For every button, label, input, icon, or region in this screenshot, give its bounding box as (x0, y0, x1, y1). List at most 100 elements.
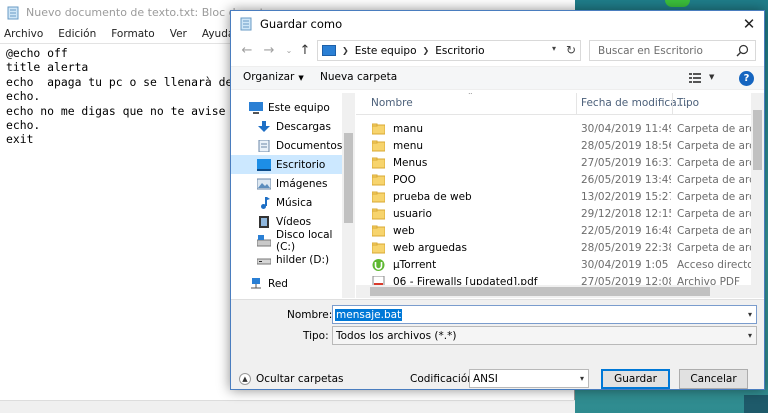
menu-formato[interactable]: Formato (111, 28, 154, 40)
nav-item-red[interactable]: Red (231, 274, 343, 293)
file-name-label: Nombre: (287, 309, 333, 321)
up-arrow-icon[interactable]: ↑ (297, 42, 313, 58)
chevron-down-icon[interactable]: ▾ (748, 331, 752, 340)
file-row[interactable]: POO 26/05/2019 13:49 Carpeta de archivos (356, 172, 751, 189)
back-arrow-icon[interactable]: ← (239, 42, 255, 58)
refresh-icon[interactable]: ↻ (566, 43, 576, 57)
menu-archivo[interactable]: Archivo (4, 28, 43, 40)
file-row[interactable]: µTorrent 30/04/2019 1:05 Acceso directo (356, 257, 751, 274)
new-folder-button[interactable]: Nueva carpeta (320, 71, 397, 83)
column-separator[interactable] (576, 93, 577, 115)
nav-item-musica[interactable]: Música (231, 193, 343, 212)
file-date: 22/05/2019 16:48 (581, 225, 671, 237)
file-row[interactable]: menu 28/05/2019 18:56 Carpeta de archivos (356, 138, 751, 155)
nav-item-escritorio[interactable]: Escritorio (231, 155, 343, 174)
notepad-menubar: Archivo Edición Formato Ver Ayuda (0, 25, 249, 42)
dialog-titlebar[interactable]: Guardar como ✕ (231, 11, 764, 37)
address-dropdown-icon[interactable]: ▾ (552, 44, 556, 53)
file-date: 30/04/2019 1:05 (581, 259, 669, 271)
view-options-icon[interactable] (689, 73, 701, 83)
folder-icon (372, 140, 385, 152)
scrollbar-thumb[interactable] (344, 133, 353, 223)
scrollbar-thumb[interactable] (370, 287, 710, 296)
file-type: Carpeta de archivos (677, 242, 751, 254)
folder-icon (372, 174, 385, 186)
help-icon[interactable]: ? (739, 71, 754, 86)
breadcrumb-este-equipo[interactable]: Este equipo (355, 45, 417, 57)
nav-item-imagenes[interactable]: Imágenes (231, 174, 343, 193)
hide-folders-toggle[interactable]: ▲ Ocultar carpetas (239, 373, 344, 385)
file-type: Carpeta de archivos (677, 225, 751, 237)
file-name: µTorrent (393, 259, 437, 271)
column-header-nombre[interactable]: Nombre (371, 97, 413, 111)
notepad-horizontal-scrollbar[interactable] (0, 400, 575, 413)
close-icon: ✕ (742, 15, 756, 33)
search-icon[interactable] (736, 44, 749, 57)
usb-drive-icon (257, 258, 271, 264)
file-row[interactable]: Menus 27/05/2019 16:31 Carpeta de archivos (356, 155, 751, 172)
save-button[interactable]: Guardar (601, 369, 670, 389)
file-date: 13/02/2019 15:27 (581, 191, 671, 203)
forward-arrow-icon[interactable]: → (261, 42, 277, 58)
search-placeholder: Buscar en Escritorio (598, 44, 703, 57)
close-button[interactable]: ✕ (740, 15, 758, 33)
network-icon (251, 277, 261, 288)
chevron-down-icon[interactable]: ▾ (748, 310, 752, 319)
nav-item-este-equipo[interactable]: Este equipo (231, 98, 343, 117)
pc-icon (249, 101, 263, 114)
cancel-button[interactable]: Cancelar (679, 369, 748, 389)
nav-item-disco-local[interactable]: Disco local (C:) (231, 229, 343, 253)
file-type-select[interactable]: Todos los archivos (*.*) ▾ (332, 326, 757, 345)
address-bar[interactable]: ❯ Este equipo ❯ Escritorio ▾ ↻ (317, 40, 581, 61)
file-row[interactable]: web arguedas 28/05/2019 22:38 Carpeta de a… (356, 240, 751, 257)
file-row[interactable]: manu 30/04/2019 11:49 Carpeta de archivos (356, 121, 751, 138)
file-list-horizontal-scrollbar[interactable] (356, 285, 751, 298)
organize-button[interactable]: Organizar ▼ (243, 71, 304, 83)
chevron-down-icon[interactable]: ▼ (709, 73, 714, 81)
folder-icon (372, 123, 385, 135)
hide-folders-label: Ocultar carpetas (256, 373, 344, 385)
nav-item-hilder-d[interactable]: hilder (D:) (231, 250, 343, 269)
recent-locations-chevron-icon[interactable]: ⌄ (281, 42, 297, 58)
nav-item-label: Red (268, 277, 288, 290)
music-icon (261, 196, 270, 209)
chevron-up-icon: ▲ (239, 373, 251, 385)
column-header-fecha[interactable]: Fecha de modifica... (581, 97, 687, 111)
column-header-tipo[interactable]: Tipo (677, 97, 699, 111)
utorrent-icon (372, 259, 385, 271)
desktop-icon (257, 158, 271, 171)
menu-edicion[interactable]: Edición (58, 28, 96, 40)
nav-item-documentos[interactable]: Documentos (231, 136, 343, 155)
organize-label: Organizar (243, 71, 295, 83)
search-input[interactable]: Buscar en Escritorio (589, 40, 756, 61)
file-type-value: Todos los archivos (*.*) (336, 329, 457, 342)
breadcrumb-chevron-icon[interactable]: ❯ (423, 46, 430, 55)
breadcrumb-chevron-icon[interactable]: ❯ (342, 46, 349, 55)
file-type: Carpeta de archivos (677, 123, 751, 135)
download-icon (258, 120, 270, 132)
nav-item-descargas[interactable]: Descargas (231, 117, 343, 136)
breadcrumb-escritorio[interactable]: Escritorio (435, 45, 484, 57)
file-row[interactable]: usuario 29/12/2018 12:15 Carpeta de archiv… (356, 206, 751, 223)
file-list-vertical-scrollbar[interactable] (751, 93, 764, 298)
encoding-select[interactable]: ANSI ▾ (469, 369, 589, 388)
file-name-input[interactable]: mensaje.bat ▾ (332, 305, 757, 324)
navigation-pane-scrollbar[interactable] (342, 93, 355, 298)
file-date: 29/12/2018 12:15 (581, 208, 671, 220)
file-date: 26/05/2019 13:49 (581, 174, 671, 186)
file-name-value: mensaje.bat (335, 308, 403, 321)
menu-ver[interactable]: Ver (170, 28, 187, 40)
drive-icon (257, 234, 271, 246)
navigation-pane: Este equipo Descargas Documentos Escrito… (231, 93, 355, 298)
file-row[interactable]: prueba de web 13/02/2019 15:27 Carpeta de … (356, 189, 751, 206)
file-row[interactable]: web 22/05/2019 16:48 Carpeta de archivos (356, 223, 751, 240)
file-name: POO (393, 174, 416, 186)
chevron-down-icon[interactable]: ▾ (580, 374, 584, 383)
column-separator[interactable] (672, 93, 673, 115)
file-type: Carpeta de archivos (677, 140, 751, 152)
nav-item-label: Documentos (276, 139, 343, 152)
scrollbar-thumb[interactable] (753, 110, 762, 170)
desktop-shortcut-icon[interactable] (665, 0, 690, 7)
save-form: Nombre: mensaje.bat ▾ Tipo: Todos los ar… (231, 299, 764, 389)
nav-item-label: Escritorio (276, 158, 326, 171)
